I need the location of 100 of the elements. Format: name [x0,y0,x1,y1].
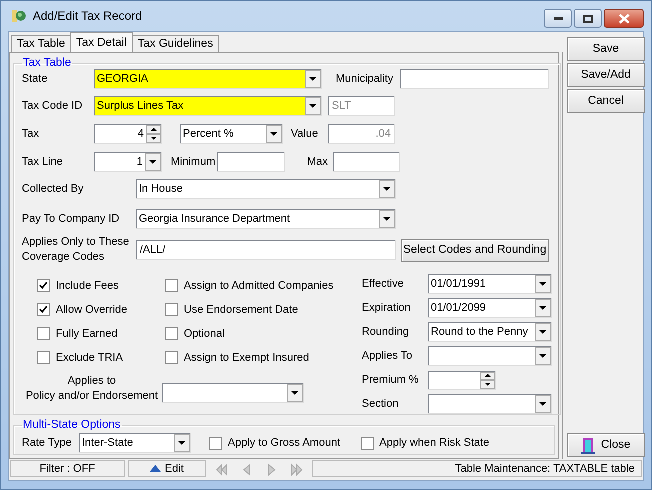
app-icon [11,8,27,24]
checkbox[interactable] [165,279,178,292]
caret-icon [291,391,299,395]
tax-line-dropdown[interactable]: 1 [94,152,162,172]
up-triangle-icon [150,465,162,472]
field-label: Tax Line [22,156,64,168]
caret-icon [178,441,186,445]
up-arrow-icon [150,128,156,131]
checkbox-label: Fully Earned [56,328,118,340]
field-label: Tax Code ID [22,100,84,112]
checkbox[interactable] [165,351,178,364]
status-text: Table Maintenance: TAXTABLE table [312,460,642,477]
down-arrow-icon [150,137,156,140]
exit-door-icon [581,436,596,454]
checkbox[interactable] [165,303,178,316]
tax-code-field[interactable]: SLT [328,96,395,116]
checkbox-label: Exclude TRIA [56,352,124,364]
down-arrow-icon [484,382,490,386]
last-record-icon[interactable] [290,462,304,476]
field-label: Value [291,128,320,140]
caret-icon [539,306,547,310]
field-label: Collected By [22,183,85,195]
value-field[interactable]: .04 [328,124,395,144]
field-label: Minimum [171,156,217,168]
field-label: Rounding [362,326,410,338]
dropdown[interactable]: 01/01/2099 [428,298,552,318]
field-label: Pay To Company ID [22,213,121,225]
action-button[interactable]: Save/Add [567,63,645,87]
caret-icon [309,104,317,108]
state-dropdown[interactable]: GEORGIA [94,69,322,89]
rate-type-dropdown[interactable]: Inter-State [79,433,191,453]
close-icon [618,14,630,24]
checkmark-icon [39,281,48,290]
caret-icon [383,187,391,191]
policy-dropdown[interactable] [162,383,304,403]
maximize-button[interactable] [574,9,602,28]
field-label: Effective [362,278,405,290]
checkbox-label: Use Endorsement Date [184,304,298,316]
tab[interactable]: Tax Table [11,35,72,52]
caret-icon [539,330,547,334]
collected-by-dropdown[interactable]: In House [136,179,396,199]
checkbox[interactable] [360,436,374,450]
minimize-button[interactable] [544,9,572,28]
field-label: Tax [22,128,40,140]
field-label: Rate Type [22,437,73,449]
max-field[interactable] [333,152,400,172]
tab[interactable]: Tax Detail [70,32,133,52]
caret-icon [539,354,547,358]
field-label: Applies Only to These Coverage Codes [22,235,130,265]
close-dialog-button[interactable]: Close [567,433,645,457]
checkbox[interactable] [37,303,50,316]
dropdown[interactable]: 01/01/1991 [428,274,552,294]
premium-spinner[interactable] [428,370,496,390]
checkbox[interactable] [37,279,50,292]
minimum-field[interactable] [217,152,285,172]
checkbox[interactable] [209,436,222,450]
minimize-icon [554,17,562,20]
group-title: Multi-State Options [22,419,122,431]
group-title: Tax Table [22,57,72,69]
checkbox[interactable] [37,327,50,340]
caret-icon [539,282,547,286]
field-label: Expiration [362,302,412,314]
field-label: Applies To [362,350,414,362]
municipality-field[interactable] [400,69,549,89]
action-button[interactable]: Save [567,37,645,61]
checkbox[interactable] [165,327,178,340]
checkbox-label: Apply to Gross Amount [228,437,340,449]
checkbox-label: Assign to Admitted Companies [184,280,334,292]
dropdown[interactable] [428,394,552,414]
dropdown[interactable]: Round to the Penny [428,322,552,342]
tax-spinner[interactable]: 4 [94,124,162,144]
up-arrow-icon [484,374,490,378]
tab[interactable]: Tax Guidelines [132,35,220,52]
close-button[interactable] [604,9,644,28]
dropdown[interactable] [428,346,552,366]
company-dropdown[interactable]: Georgia Insurance Department [136,209,396,229]
checkbox-label: Apply when Risk State [380,437,490,449]
checkbox-label: Allow Override [56,304,128,316]
field-label: Applies to Policy and/or Endorsement [24,374,160,404]
window-title: Add/Edit Tax Record [33,9,144,23]
field-label: Premium % [362,374,420,386]
coverage-codes-field[interactable]: /ALL/ [136,240,396,260]
caret-icon [383,217,391,221]
field-label: Municipality [336,73,394,85]
unit-dropdown[interactable]: Percent % [180,124,283,144]
checkbox-label: Include Fees [56,280,119,292]
field-label: Section [362,398,400,410]
caret-icon [309,77,317,81]
checkbox-label: Optional [184,328,225,340]
maximize-icon [583,14,593,22]
edit-button[interactable]: Edit [128,460,206,477]
checkbox[interactable] [37,351,50,364]
caret-icon [149,160,157,164]
caret-icon [270,132,278,136]
tax-code-dropdown[interactable]: Surplus Lines Tax [94,96,322,116]
filter-status: Filter : OFF [10,460,125,477]
field-label: Max [306,156,329,168]
first-record-icon[interactable] [214,462,228,476]
select-codes-button[interactable]: Select Codes and Rounding [401,238,549,262]
action-button[interactable]: Cancel [567,89,645,113]
